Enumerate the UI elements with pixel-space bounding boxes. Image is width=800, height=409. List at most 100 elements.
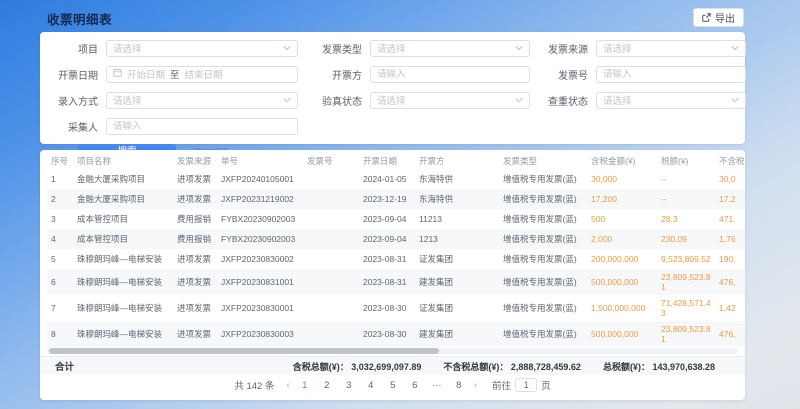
cell: 471. [715, 211, 745, 227]
cell: 2023-08-31 [359, 251, 415, 267]
cell: 476, [715, 326, 745, 342]
cell: 1,42 [715, 300, 745, 316]
cell: 30,000 [587, 171, 657, 187]
invoice-no-input[interactable] [603, 69, 739, 80]
filter-label: 项目 [48, 41, 106, 56]
cell: 1,500,000,000 [587, 300, 657, 316]
select-placeholder: 请选择 [113, 41, 142, 55]
cell [303, 176, 359, 182]
top-bar: 收票明细表 导出 [0, 0, 800, 32]
cell: 珠穆朗玛峰—电梯安装 [73, 326, 173, 342]
table-row: 8珠穆朗玛峰—电梯安装进项发票JXFP202308300032023-08-30… [47, 321, 745, 347]
invoice-date-range-picker[interactable]: 开始日期 至 结束日期 [106, 66, 298, 83]
cell: JXFP20230830003 [217, 326, 303, 342]
calendar-icon [113, 68, 122, 80]
column-header-2: 发票来源 [173, 153, 217, 169]
cell: 230.09 [657, 231, 715, 247]
cell: 建发集团 [415, 326, 499, 342]
filter-label: 验真状态 [298, 93, 370, 108]
export-button[interactable]: 导出 [693, 8, 744, 27]
table-row: 2金融大厦采购项目进项发票JXFP202312190022023-12-19东海… [47, 189, 745, 209]
filter-project: 项目 请选择 [48, 40, 298, 57]
column-header-9: 税额(¥) [657, 153, 715, 169]
cell [303, 216, 359, 222]
export-icon [702, 13, 711, 22]
filter-label: 开票日期 [48, 67, 106, 82]
start-date-placeholder: 开始日期 [127, 67, 165, 81]
cell: FYBX20230902003 [217, 231, 303, 247]
table-row: 3成本管控项目费用报销FYBX202309020032023-09-041121… [47, 209, 745, 229]
cell: 500 [587, 211, 657, 227]
page-button-5[interactable]: 5 [387, 380, 399, 391]
entry-method-select[interactable]: 请选择 [106, 92, 298, 109]
cell: 2023-09-04 [359, 211, 415, 227]
filter-label: 开票方 [298, 67, 370, 82]
cell: 费用报销 [173, 211, 217, 227]
select-placeholder: 请选择 [377, 93, 406, 107]
project-select[interactable]: 请选择 [106, 40, 298, 57]
cell: 金融大厦采购项目 [73, 171, 173, 187]
issuer-input[interactable] [377, 69, 523, 80]
chevron-down-icon [515, 95, 523, 106]
column-header-10: 不含税金额(¥) [715, 153, 745, 169]
page-button-6[interactable]: 6 [409, 380, 421, 391]
horizontal-scrollbar-thumb[interactable] [49, 348, 439, 354]
cell: 17,200 [587, 191, 657, 207]
cell [303, 256, 359, 262]
filter-invoice-date: 开票日期 开始日期 至 结束日期 [48, 66, 298, 83]
page-button-3[interactable]: 3 [343, 380, 355, 391]
collector-input[interactable] [113, 121, 291, 132]
cell: -- [657, 171, 715, 187]
cell [303, 196, 359, 202]
column-header-8: 含税金额(¥) [587, 153, 657, 169]
cell: 珠穆朗玛峰—电梯安装 [73, 274, 173, 290]
page-button-1[interactable]: 1 [299, 380, 311, 391]
table-panel: 序号项目名称发票来源单号发票号开票日期开票方发票类型含税金额(¥)税额(¥)不含… [40, 150, 745, 400]
invoice-type-select[interactable]: 请选择 [370, 40, 530, 57]
cell: 2023-08-30 [359, 300, 415, 316]
page-button-2[interactable]: 2 [321, 380, 333, 391]
table-row: 4成本管控项目费用报销FYBX202309020032023-09-041213… [47, 229, 745, 249]
page-button-4[interactable]: 4 [365, 380, 377, 391]
column-header-3: 单号 [217, 153, 303, 169]
chevron-down-icon [731, 43, 739, 54]
page-button-8[interactable]: 8 [453, 380, 465, 391]
cell: 2023-08-30 [359, 326, 415, 342]
cell: 4 [47, 231, 73, 247]
goto-page-input[interactable] [515, 378, 537, 392]
chevron-down-icon [283, 43, 291, 54]
cell: 9,523,809.52 [657, 251, 715, 267]
cell: JXFP20230830002 [217, 251, 303, 267]
cell: 6 [47, 274, 73, 290]
summary-row: 合计 含税总额(¥)： 3,032,699,097.89不含税总额(¥)： 2,… [40, 356, 745, 375]
filter-dup-status: 查重状态 请选择 [530, 92, 746, 109]
cell: 30,0 [715, 171, 745, 187]
filter-verify-status: 验真状态 请选择 [298, 92, 530, 109]
select-placeholder: 请选择 [377, 41, 406, 55]
cell [303, 331, 359, 337]
cell: 1 [47, 171, 73, 187]
invoice-source-select[interactable]: 请选择 [596, 40, 746, 57]
next-page-button[interactable]: › [472, 380, 479, 391]
filter-invoice-source: 发票来源 请选择 [530, 40, 746, 57]
chevron-down-icon [731, 95, 739, 106]
cell: 成本管控项目 [73, 211, 173, 227]
table-row: 5珠穆朗玛峰—电梯安装进项发票JXFP202308300022023-08-31… [47, 249, 745, 269]
cell: 17,2 [715, 191, 745, 207]
dup-status-select[interactable]: 请选择 [596, 92, 746, 109]
filter-label: 发票来源 [530, 41, 596, 56]
select-placeholder: 请选择 [603, 93, 632, 107]
filter-label: 发票号 [530, 67, 596, 82]
cell: 23,809,523.81 [657, 321, 715, 347]
filter-label: 发票类型 [298, 41, 370, 56]
table-body: 1金融大厦采购项目进项发票JXFP202401050012024-01-05东海… [47, 169, 745, 347]
column-header-7: 发票类型 [499, 153, 587, 169]
cell: 进项发票 [173, 171, 217, 187]
cell: 珠穆朗玛峰—电梯安装 [73, 251, 173, 267]
verify-status-select[interactable]: 请选择 [370, 92, 530, 109]
cell: 增值税专用发票(蓝) [499, 274, 587, 290]
filter-label: 采集人 [48, 119, 106, 134]
prev-page-button[interactable]: ‹ [284, 380, 291, 391]
goto-label: 前往 [492, 378, 511, 392]
goto-suffix: 页 [541, 378, 551, 392]
